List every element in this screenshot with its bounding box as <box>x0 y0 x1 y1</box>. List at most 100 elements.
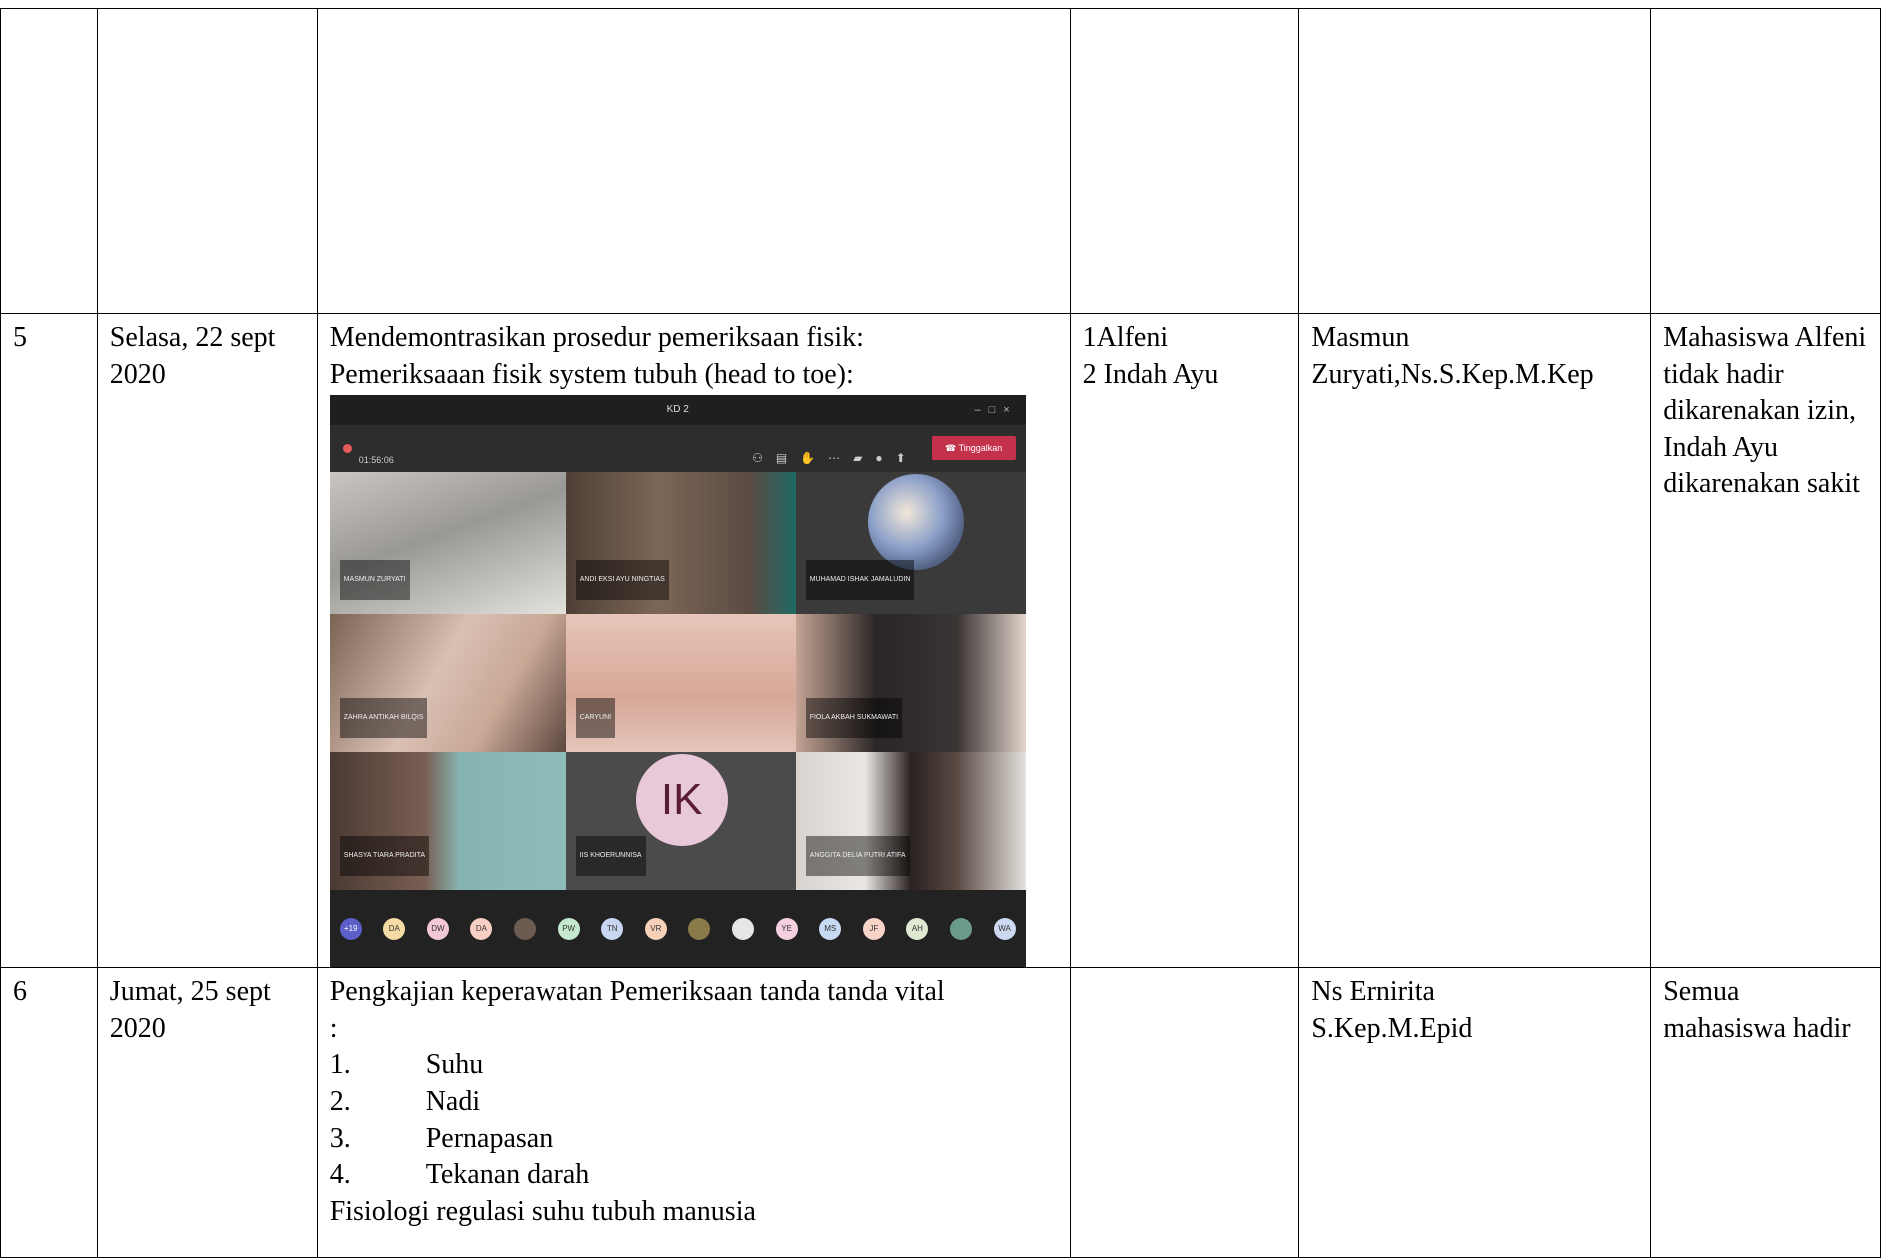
participant-avatar-chip: PW <box>557 917 580 940</box>
video-grid: MASMUN ZURYATI ANDI EKSI AYU NINGTIAS MU… <box>329 472 1026 891</box>
student-line: 2 Indah Ayu <box>1082 358 1219 390</box>
table-row: 6 Jumat, 25 sept 2020 Pengkajian keperaw… <box>0 967 1881 1258</box>
participant-name: ZAHRA ANTIKAH BILQIS <box>339 697 428 739</box>
participant-avatar-chip: MS <box>819 917 842 940</box>
lecturer-line: Ns Ernirita <box>1311 976 1435 1008</box>
list-item: 4. Tekanan darah <box>330 1157 1058 1194</box>
note-cell: Semua mahasiswa hadir <box>1650 967 1881 1258</box>
list-number: 3. <box>329 1122 351 1154</box>
students-cell <box>1069 967 1300 1258</box>
no-cell: 6 <box>0 967 98 1258</box>
participant-avatar-chip: JF <box>862 917 885 940</box>
students-cell: 1Alfeni 2 Indah Ayu <box>1069 312 1300 969</box>
meeting-titlebar: KD 2 –□× <box>329 395 1026 426</box>
participant-avatar-chip: +19 <box>339 917 362 940</box>
meeting-screenshot: KD 2 –□× 01:56:06 ⚇ ▤ ✋ ⋯ ▰ ● ⬆ ☎ Tingga… <box>329 395 1026 967</box>
list-text: Pernapasan <box>425 1122 554 1154</box>
no-cell: 5 <box>0 312 98 969</box>
note-cell <box>1650 8 1881 314</box>
lecturer-cell <box>1298 8 1652 314</box>
date-cell <box>96 8 318 314</box>
video-tile: FIOLA AKBAH SUKMAWATI <box>795 614 1026 753</box>
participant-name: ANGGITA DELIA PUTRI ATIFA <box>805 835 910 877</box>
window-controls-icon: –□× <box>974 404 1018 417</box>
date-line: 2020 <box>109 358 166 390</box>
students-cell <box>1069 8 1300 314</box>
date-line: Jumat, 25 sept <box>109 976 271 1008</box>
participant-avatar-chip: DA <box>383 917 406 940</box>
activity-line: Fisiologi regulasi suhu tubuh manusia <box>329 1195 756 1227</box>
date-cell: Selasa, 22 sept 2020 <box>96 312 318 969</box>
meeting-title: KD 2 <box>666 404 689 416</box>
table-row <box>0 8 1881 314</box>
participant-name: MUHAMAD ISHAK JAMALUDIN <box>805 559 915 601</box>
participant-avatar-chip: AH <box>906 917 929 940</box>
participant-avatar-chip <box>732 917 755 940</box>
student-line: 1Alfeni <box>1082 322 1169 353</box>
lecturer-line: Zuryati,Ns.S.Kep.M.Kep <box>1311 358 1594 390</box>
phone-icon: ☎ <box>945 443 957 454</box>
avatar <box>867 474 964 571</box>
list-item: 2. Nadi <box>330 1084 1058 1121</box>
participant-avatar-chip <box>688 917 711 940</box>
lecturer-cell: Ns Ernirita S.Kep.M.Epid <box>1298 967 1652 1258</box>
activity-cell: Mendemontrasikan prosedur pemeriksaan fi… <box>316 312 1071 969</box>
avatar: IK <box>635 754 728 847</box>
list-number: 2. <box>329 1085 351 1117</box>
no-cell <box>0 8 98 314</box>
lecturer-cell: Masmun Zuryati,Ns.S.Kep.M.Kep <box>1298 312 1652 969</box>
video-tile: MUHAMAD ISHAK JAMALUDIN <box>795 472 1026 615</box>
meeting-toolbar: 01:56:06 ⚇ ▤ ✋ ⋯ ▰ ● ⬆ ☎ Tinggalkan <box>329 425 1026 473</box>
participant-avatar-chip: YE <box>775 917 798 940</box>
activity-log-table: 5 Selasa, 22 sept 2020 Mendemontrasikan … <box>0 8 1881 1258</box>
video-tile: CARYUNI <box>565 614 796 753</box>
activity-line: Mendemontrasikan prosedur pemeriksaan fi… <box>329 322 864 353</box>
activity-line: : <box>329 1012 338 1044</box>
recording-icon <box>342 444 352 454</box>
participant-avatar-chip: TN <box>601 917 624 940</box>
participant-avatar-chip: VR <box>644 917 667 940</box>
lecturer-line: S.Kep.M.Epid <box>1311 1012 1473 1044</box>
list-text: Nadi <box>425 1085 481 1117</box>
list-number: 1. <box>329 1049 351 1081</box>
list-text: Suhu <box>425 1049 484 1081</box>
list-item: 1. Suhu <box>330 1047 1058 1084</box>
video-tile: ZAHRA ANTIKAH BILQIS <box>329 614 566 753</box>
participant-avatar-chip: DA <box>470 917 493 940</box>
list-text: Tekanan darah <box>425 1159 590 1191</box>
participant-name: ANDI EKSI AYU NINGTIAS <box>575 559 669 601</box>
participant-name: SHASYA TIARA PRADITA <box>339 835 429 877</box>
row-number: 5 <box>13 322 27 353</box>
participant-name: CARYUNI <box>575 697 616 739</box>
note-cell: Mahasiswa Alfeni tidak hadir dikarenakan… <box>1650 312 1881 969</box>
leave-button: ☎ Tinggalkan <box>931 436 1016 461</box>
video-tile: MASMUN ZURYATI <box>329 472 566 615</box>
activity-line: Pengkajian keperawatan Pemeriksaan tanda… <box>329 976 945 1008</box>
date-line: 2020 <box>109 1012 166 1044</box>
participant-name: FIOLA AKBAH SUKMAWATI <box>805 697 903 739</box>
participant-avatar-chip <box>514 917 537 940</box>
table-row: 5 Selasa, 22 sept 2020 Mendemontrasikan … <box>0 312 1881 969</box>
date-line: Selasa, 22 sept <box>109 322 276 353</box>
note-text: Semua mahasiswa hadir <box>1663 976 1851 1044</box>
leave-label: Tinggalkan <box>958 443 1003 454</box>
activity-cell: Pengkajian keperawatan Pemeriksaan tanda… <box>316 967 1071 1258</box>
participant-name: MASMUN ZURYATI <box>339 559 410 601</box>
participant-avatar-chip <box>950 917 972 940</box>
row-number: 6 <box>13 976 27 1008</box>
video-tile: IK IIS KHOERUNNISA <box>565 752 796 891</box>
activity-cell <box>316 8 1071 314</box>
video-tile: SHASYA TIARA PRADITA <box>329 752 566 891</box>
participant-avatar-chip: DW <box>426 917 449 940</box>
list-number: 4. <box>329 1159 351 1191</box>
note-text: Mahasiswa Alfeni tidak hadir dikarenakan… <box>1663 322 1867 500</box>
lecturer-line: Masmun <box>1311 322 1410 353</box>
video-tile: ANGGITA DELIA PUTRI ATIFA <box>795 752 1026 891</box>
activity-line: Pemeriksaaan fisik system tubuh (head to… <box>329 358 854 390</box>
vital-signs-list: 1. Suhu 2. Nadi 3. Pernapasan 4. Tekanan dar… <box>330 1047 1058 1193</box>
date-cell: Jumat, 25 sept 2020 <box>96 967 318 1258</box>
participant-avatar-chip: WA <box>993 917 1016 940</box>
video-tile: ANDI EKSI AYU NINGTIAS <box>565 472 796 615</box>
list-item: 3. Pernapasan <box>330 1121 1058 1158</box>
participant-strip: +19 DA DW DA PW TN VR YE MS JF AH WA <box>329 890 1026 967</box>
